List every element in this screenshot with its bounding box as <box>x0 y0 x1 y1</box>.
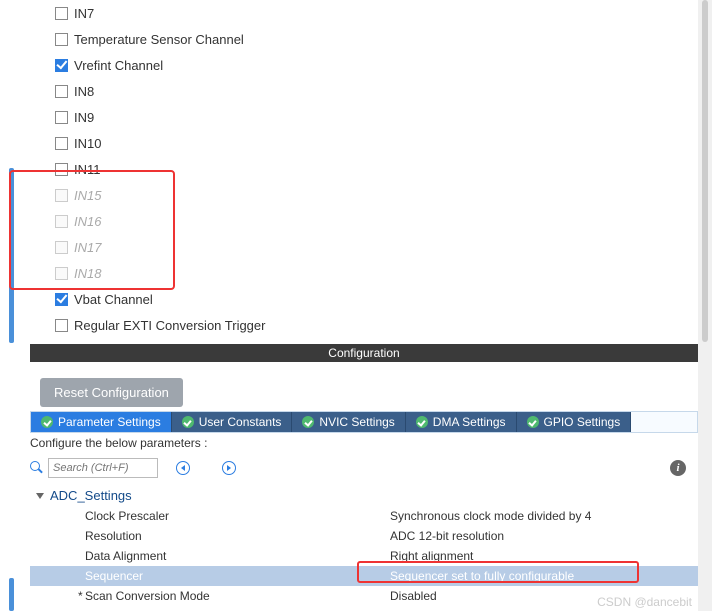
left-marker-1 <box>9 168 14 343</box>
checkbox <box>55 189 68 202</box>
param-value: Right alignment <box>390 549 698 563</box>
channel-item: IN17 <box>55 234 698 260</box>
tree-node-adc-settings[interactable]: ADC_Settings <box>30 485 698 506</box>
reset-configuration-button[interactable]: Reset Configuration <box>40 378 183 407</box>
param-label: Data Alignment <box>30 549 390 563</box>
tab-nvic-settings[interactable]: NVIC Settings <box>292 412 405 432</box>
param-row[interactable]: Data AlignmentRight alignment <box>30 546 698 566</box>
tree-node-label: ADC_Settings <box>50 488 132 503</box>
tab-label: GPIO Settings <box>544 415 621 429</box>
channel-item: IN11 <box>55 156 698 182</box>
check-icon <box>416 416 428 428</box>
checkbox[interactable] <box>55 59 68 72</box>
checkbox[interactable] <box>55 85 68 98</box>
channel-item: IN9 <box>55 104 698 130</box>
configure-hint: Configure the below parameters : <box>30 436 207 450</box>
checkbox <box>55 267 68 280</box>
param-value: Sequencer set to fully configurable <box>390 569 698 583</box>
channel-label: IN18 <box>74 266 101 281</box>
checkbox <box>55 215 68 228</box>
channel-item: IN8 <box>55 78 698 104</box>
param-label: Resolution <box>30 529 390 543</box>
configuration-header: Configuration <box>30 344 698 362</box>
channel-label: Vbat Channel <box>74 292 153 307</box>
left-marker-2 <box>9 578 14 611</box>
param-label: Scan Conversion Mode <box>30 589 390 603</box>
checkbox[interactable] <box>55 33 68 46</box>
channel-label: IN8 <box>74 84 94 99</box>
scrollbar-thumb[interactable] <box>702 0 708 342</box>
tab-gpio-settings[interactable]: GPIO Settings <box>517 412 632 432</box>
channel-label: IN9 <box>74 110 94 125</box>
tab-user-constants[interactable]: User Constants <box>172 412 293 432</box>
check-icon <box>182 416 194 428</box>
channel-item: IN7 <box>55 0 698 26</box>
channel-label: IN11 <box>74 162 101 177</box>
search-next-button[interactable] <box>222 461 236 475</box>
channel-label: Temperature Sensor Channel <box>74 32 244 47</box>
channel-label: IN7 <box>74 6 94 21</box>
channel-label: IN10 <box>74 136 101 151</box>
scrollbar-track[interactable] <box>698 0 712 611</box>
info-icon[interactable]: i <box>670 460 686 476</box>
channel-label: Regular EXTI Conversion Trigger <box>74 318 265 333</box>
param-value: Synchronous clock mode divided by 4 <box>390 509 698 523</box>
tab-dma-settings[interactable]: DMA Settings <box>406 412 517 432</box>
channel-item: IN15 <box>55 182 698 208</box>
checkbox[interactable] <box>55 111 68 124</box>
parameter-tree: ADC_Settings Clock PrescalerSynchronous … <box>30 485 698 606</box>
check-icon <box>41 416 53 428</box>
channel-list: IN7 Temperature Sensor Channel Vrefint Cha… <box>30 0 698 338</box>
tab-parameter-settings[interactable]: Parameter Settings <box>31 412 172 432</box>
param-value: ADC 12-bit resolution <box>390 529 698 543</box>
channel-label: IN17 <box>74 240 101 255</box>
watermark: CSDN @dancebit <box>597 595 692 609</box>
checkbox[interactable] <box>55 137 68 150</box>
search-row: i <box>30 458 698 478</box>
search-input[interactable] <box>48 458 158 478</box>
modified-star-icon: * <box>78 589 83 603</box>
channel-item: Vrefint Channel <box>55 52 698 78</box>
channel-item: IN10 <box>55 130 698 156</box>
checkbox[interactable] <box>55 163 68 176</box>
tab-label: Parameter Settings <box>58 415 161 429</box>
channel-label: IN15 <box>74 188 101 203</box>
checkbox <box>55 241 68 254</box>
checkbox[interactable] <box>55 7 68 20</box>
param-label: Clock Prescaler <box>30 509 390 523</box>
check-icon <box>302 416 314 428</box>
search-icon <box>30 461 44 475</box>
param-row[interactable]: ResolutionADC 12-bit resolution <box>30 526 698 546</box>
check-icon <box>527 416 539 428</box>
left-margin <box>0 0 14 611</box>
channel-item: Vbat Channel <box>55 286 698 312</box>
channel-item: Regular EXTI Conversion Trigger <box>55 312 698 338</box>
tab-label: NVIC Settings <box>319 415 394 429</box>
param-label: Sequencer <box>30 569 390 583</box>
checkbox[interactable] <box>55 319 68 332</box>
chevron-down-icon <box>36 493 44 499</box>
channel-label: Vrefint Channel <box>74 58 163 73</box>
channel-item: IN18 <box>55 260 698 286</box>
settings-tabs: Parameter Settings User Constants NVIC S… <box>30 411 698 433</box>
search-prev-button[interactable] <box>176 461 190 475</box>
param-row[interactable]: SequencerSequencer set to fully configur… <box>30 566 698 586</box>
channel-item: IN16 <box>55 208 698 234</box>
channel-label: IN16 <box>74 214 101 229</box>
checkbox[interactable] <box>55 293 68 306</box>
param-row[interactable]: Clock PrescalerSynchronous clock mode di… <box>30 506 698 526</box>
tab-label: User Constants <box>199 415 282 429</box>
tab-label: DMA Settings <box>433 415 506 429</box>
channel-item: Temperature Sensor Channel <box>55 26 698 52</box>
